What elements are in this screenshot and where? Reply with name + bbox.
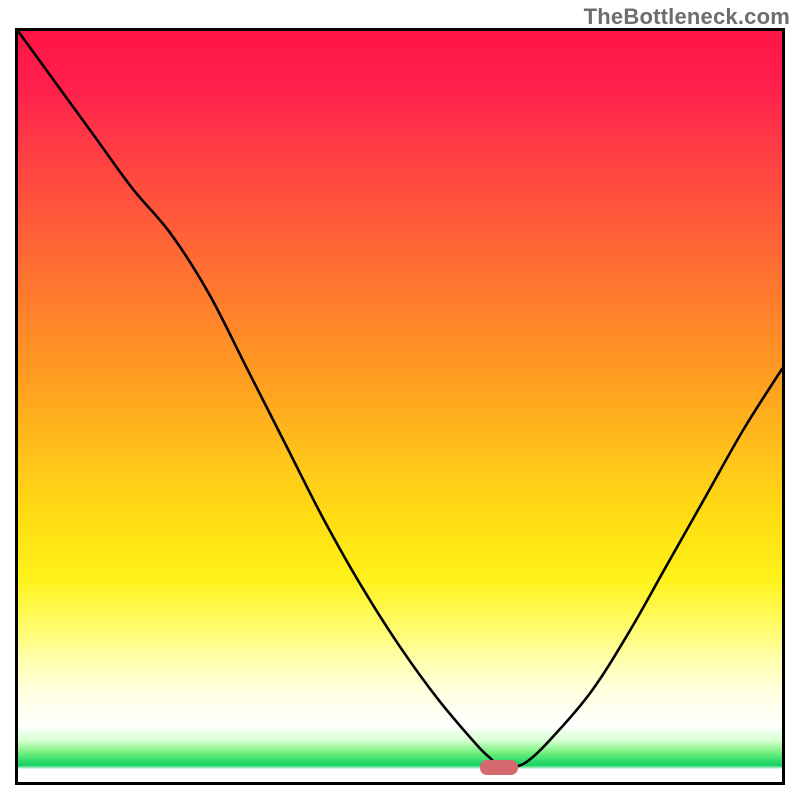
bottleneck-curve	[18, 31, 782, 782]
screenshot-root: TheBottleneck.com	[0, 0, 800, 800]
watermark-text: TheBottleneck.com	[584, 4, 790, 30]
optimum-marker	[480, 760, 518, 775]
chart-plot-area	[15, 28, 785, 785]
curve-path	[18, 31, 782, 768]
